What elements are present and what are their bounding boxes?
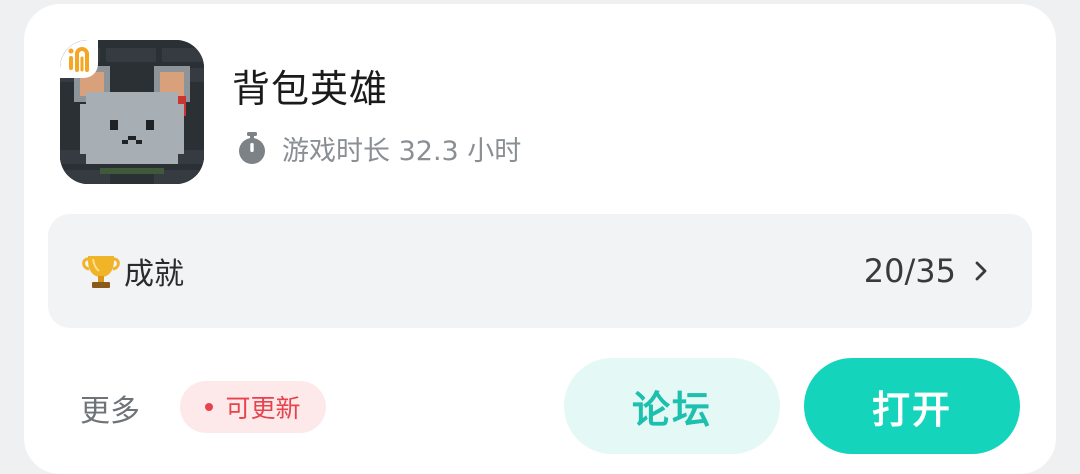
achievements-row[interactable]: 成就 20/35	[48, 214, 1032, 328]
update-badge-label: 可更新	[225, 394, 301, 423]
chevron-right-icon	[975, 261, 987, 281]
game-icon[interactable]	[60, 40, 204, 184]
playtime-row: 游戏时长 32.3 小时	[234, 128, 521, 168]
more-link[interactable]: 更多	[80, 386, 140, 430]
open-game-button[interactable]: 打开	[804, 358, 1020, 454]
achievements-progress-group: 20/35	[864, 214, 992, 328]
forum-button[interactable]: 论坛	[564, 358, 780, 454]
update-available-badge[interactable]: 可更新	[180, 381, 326, 433]
game-title: 背包英雄	[232, 67, 389, 111]
achievements-progress: 20/35	[863, 252, 956, 290]
orange-brand-badge-icon	[68, 47, 89, 72]
achievements-label-group: 成就	[80, 214, 184, 328]
brand-badge	[60, 40, 98, 78]
achievements-label: 成就	[124, 257, 184, 292]
update-dot	[205, 403, 214, 411]
trophy-icon	[82, 256, 120, 288]
playtime-text: 游戏时长 32.3 小时	[282, 135, 522, 167]
stopwatch-icon	[239, 132, 265, 164]
